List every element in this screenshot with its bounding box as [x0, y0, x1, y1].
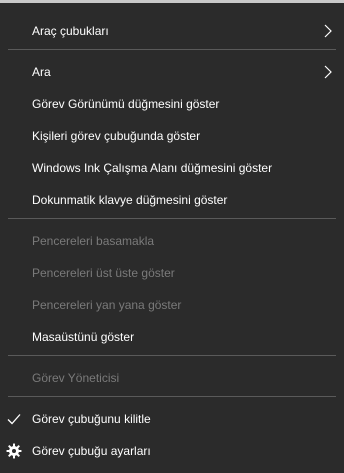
menu-separator	[8, 49, 336, 50]
menu-item-show-ink-workspace-button[interactable]: Windows Ink Çalışma Alanı düğmesini göst…	[0, 152, 344, 184]
menu-item-stack-windows: Pencereleri üst üste göster	[0, 257, 344, 289]
menu-separator	[8, 218, 336, 219]
menu-item-cascade-windows: Pencereleri basamakla	[0, 225, 344, 257]
menu-item-label: Windows Ink Çalışma Alanı düğmesini göst…	[32, 161, 273, 175]
menu-item-toolbars[interactable]: Araç çubukları	[0, 15, 344, 47]
menu-separator	[8, 396, 336, 397]
menu-item-label: Görev Görünümü düğmesini göster	[32, 97, 220, 111]
menu-item-show-task-view-button[interactable]: Görev Görünümü düğmesini göster	[0, 88, 344, 120]
menu-item-label: Ara	[32, 65, 51, 79]
menu-item-show-people[interactable]: Kişileri görev çubuğunda göster	[0, 120, 344, 152]
menu-item-label: Görev Yöneticisi	[32, 371, 120, 385]
menu-item-taskbar-settings[interactable]: Görev çubuğu ayarları	[0, 435, 344, 467]
chevron-right-icon	[324, 24, 332, 38]
menu-item-label: Görev çubuğu ayarları	[32, 444, 151, 458]
chevron-right-icon	[324, 65, 332, 79]
menu-item-label: Pencereleri yan yana göster	[32, 298, 182, 312]
menu-item-label: Masaüstünü göster	[32, 330, 135, 344]
menu-item-search[interactable]: Ara	[0, 56, 344, 88]
menu-item-show-touch-keyboard-button[interactable]: Dokunmatik klavye düğmesini göster	[0, 184, 344, 216]
menu-item-lock-taskbar[interactable]: Görev çubuğunu kilitle	[0, 403, 344, 435]
checkmark-icon	[7, 414, 21, 425]
menu-item-show-desktop[interactable]: Masaüstünü göster	[0, 321, 344, 353]
menu-item-task-manager: Görev Yöneticisi	[0, 362, 344, 394]
menu-item-label: Pencereleri üst üste göster	[32, 266, 175, 280]
taskbar-context-menu: Araç çubukları Ara Görev Görünümü düğmes…	[0, 0, 344, 473]
menu-item-side-by-side-windows: Pencereleri yan yana göster	[0, 289, 344, 321]
menu-item-label: Kişileri görev çubuğunda göster	[32, 129, 201, 143]
menu-item-label: Görev çubuğunu kilitle	[32, 412, 151, 426]
menu-item-label: Pencereleri basamakla	[32, 234, 155, 248]
menu-item-label: Dokunmatik klavye düğmesini göster	[32, 193, 228, 207]
menu-item-label: Araç çubukları	[32, 24, 109, 38]
menu-separator	[8, 355, 336, 356]
gear-icon	[6, 443, 22, 459]
